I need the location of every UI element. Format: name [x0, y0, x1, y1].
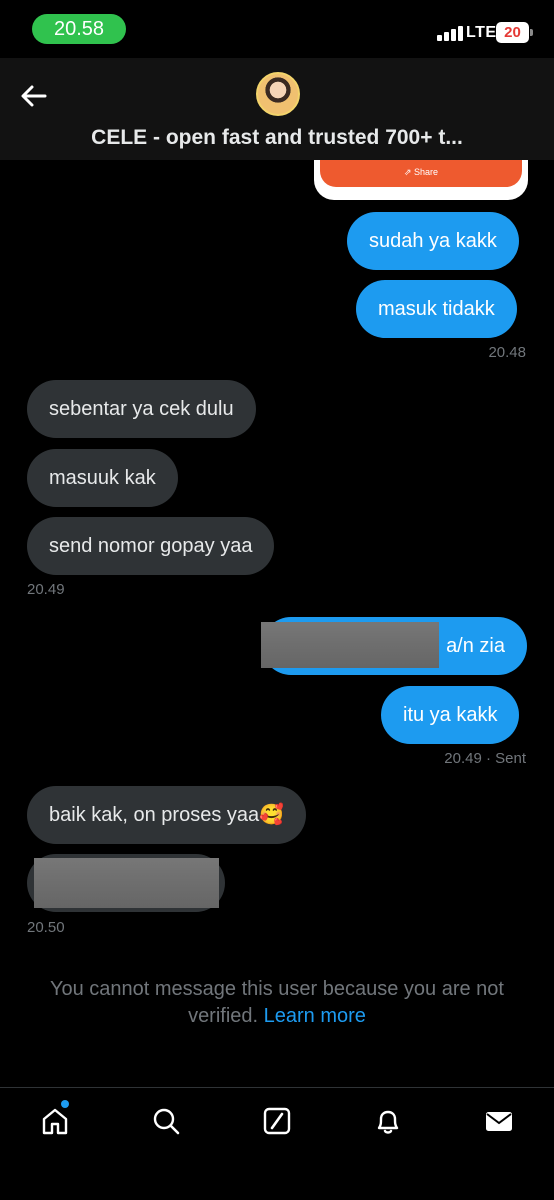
message-out[interactable]: masuk tidakk — [356, 280, 517, 338]
message-in[interactable]: sebentar ya cek dulu — [27, 380, 256, 438]
message-time: 20.49 — [27, 581, 65, 598]
avatar[interactable] — [256, 72, 300, 116]
message-out[interactable]: itu ya kakk — [381, 686, 520, 744]
battery-icon: 20 — [496, 22, 533, 43]
chat-header: CELE - open fast and trusted 700+ t... — [0, 58, 554, 160]
share-icon: ⇗ — [403, 167, 414, 177]
network-label: LTE — [466, 24, 497, 41]
status-bar: 20.58 LTE 20 — [0, 0, 554, 58]
message-status: 20.49 · Sent — [444, 750, 526, 767]
mail-icon[interactable] — [484, 1106, 514, 1136]
learn-more-link[interactable]: Learn more — [264, 1005, 366, 1027]
search-icon[interactable] — [151, 1106, 181, 1136]
shared-card[interactable]: ⇗ Share — [314, 160, 528, 200]
bottom-nav — [0, 1087, 554, 1200]
redacted-block — [261, 622, 439, 668]
home-icon[interactable] — [40, 1106, 70, 1136]
grok-icon[interactable] — [262, 1106, 292, 1136]
redacted-block — [34, 858, 219, 908]
card-share-button[interactable]: ⇗ Share — [320, 160, 522, 187]
signal-icon — [437, 25, 464, 41]
cannot-message-notice: You cannot message this user because you… — [0, 976, 554, 1030]
message-out[interactable]: sudah ya kakk — [347, 212, 519, 270]
message-in[interactable]: send nomor gopay yaa — [27, 517, 275, 575]
message-time: 20.48 — [488, 344, 526, 361]
bell-icon[interactable] — [373, 1106, 403, 1136]
message-in[interactable]: masuuk kak — [27, 449, 178, 507]
notification-dot — [61, 1100, 69, 1108]
message-time: 20.50 — [27, 919, 65, 936]
share-label: Share — [414, 167, 439, 177]
back-arrow-icon[interactable] — [16, 78, 52, 114]
message-in[interactable]: baik kak, on proses yaa🥰 — [27, 786, 307, 844]
chat-title[interactable]: CELE - open fast and trusted 700+ t... — [0, 126, 554, 150]
status-time: 20.58 — [32, 14, 126, 44]
